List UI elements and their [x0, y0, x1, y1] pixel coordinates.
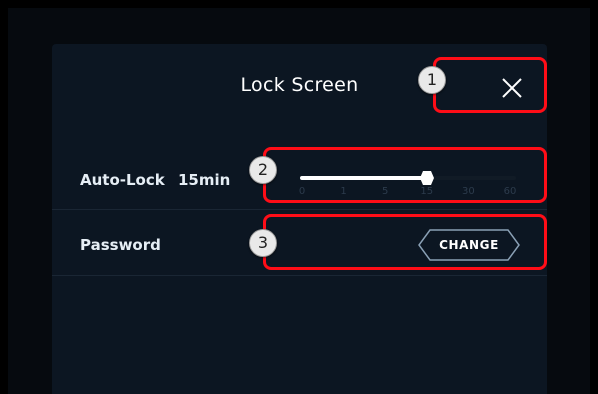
row-divider — [52, 209, 547, 210]
annotation-badge-2: 2 — [249, 156, 277, 184]
annotation-badge-1: 1 — [418, 66, 446, 94]
highlight-box-slider — [263, 147, 547, 203]
auto-lock-value: 15min — [178, 171, 231, 189]
row-divider — [52, 275, 547, 276]
highlight-box-change — [263, 214, 547, 270]
auto-lock-label: Auto-Lock — [80, 171, 165, 189]
highlight-box-close — [433, 57, 547, 113]
annotation-badge-3: 3 — [249, 229, 277, 257]
password-label: Password — [80, 236, 161, 254]
